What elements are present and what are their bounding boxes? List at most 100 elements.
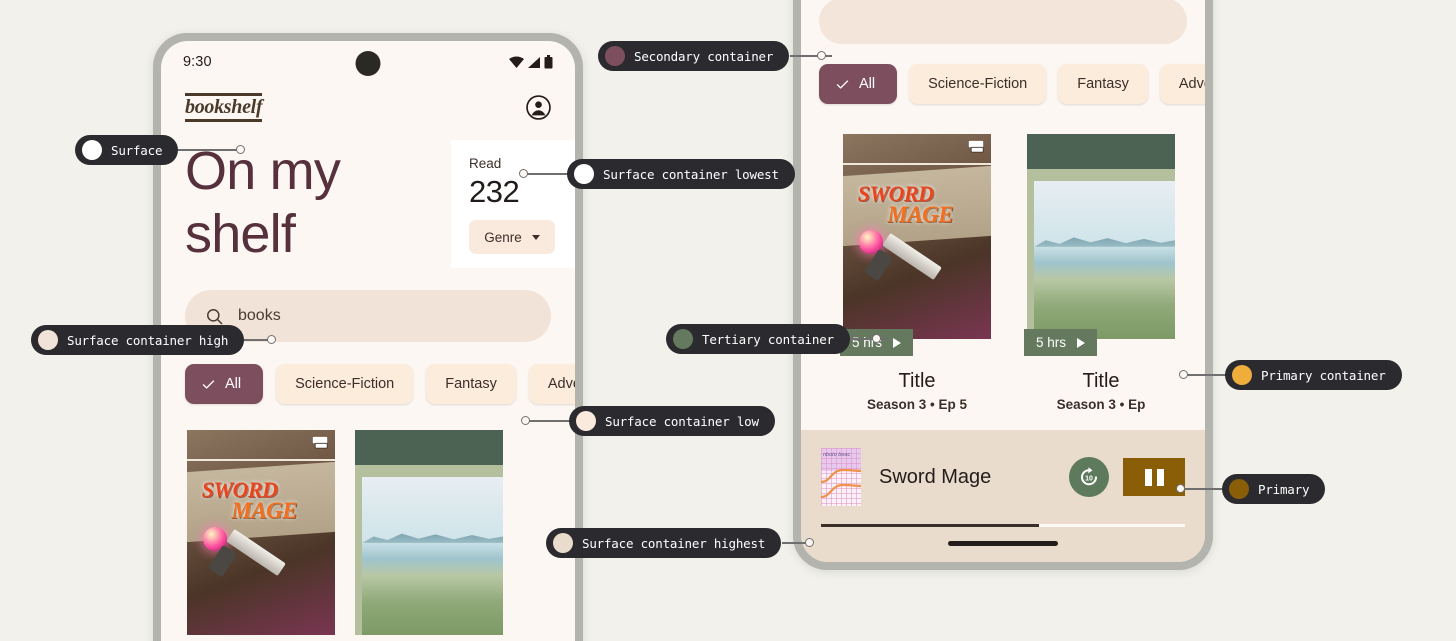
audiobook-title: Title [843,370,991,393]
audiobook-subtitle: Season 3 • Ep [1027,397,1175,412]
audiobook-title: Title [1027,370,1175,393]
leader-endpoint [1176,484,1185,493]
color-swatch [1232,365,1252,385]
annotation-primary-container: Primary container [1225,360,1402,390]
player-track-title: Sword Mage [879,466,991,489]
color-swatch [38,330,58,350]
player-thumbnail[interactable]: nboto beac [821,448,861,506]
audiobook-subtitle: Season 3 • Ep 5 [843,397,991,412]
battery-icon [544,55,553,69]
search-icon [205,307,224,326]
filter-chip-row-right: All Science-Fiction Fantasy Adventure [801,44,1205,104]
read-count: 232 [469,173,575,210]
filter-chip-label: Science-Fiction [928,76,1027,92]
phone-frame-right: All Science-Fiction Fantasy Adventure SW… [793,0,1213,570]
annotation-label: Primary [1258,482,1309,497]
duration-label: 5 hrs [1036,335,1066,350]
player-controls: 10 [1069,457,1185,497]
annotation-label: Surface container lowest [603,167,779,182]
leader-endpoint [1179,370,1188,379]
filter-chip-label: Science-Fiction [295,376,394,392]
cover-title-line2: MAGE [887,202,953,228]
audiobook-item[interactable]: SWORD MAGE 5 hrs Title Season 3 • Ep 5 [843,134,991,433]
color-swatch [673,329,693,349]
annotation-primary: Primary [1222,474,1325,504]
mini-player: nboto beac Sword Mage 10 [801,430,1205,562]
player-row: nboto beac Sword Mage 10 [821,448,1185,506]
svg-text:10: 10 [1085,476,1093,483]
replay-10-button[interactable]: 10 [1069,457,1109,497]
play-icon [893,338,901,348]
cover-photo [362,477,503,635]
color-swatch [605,46,625,66]
filter-chip-all[interactable]: All [185,364,263,404]
cover-title-line2: MAGE [231,498,297,524]
cover-top-band [1027,134,1175,169]
color-swatch [574,164,594,184]
leader-line [1183,374,1227,376]
replay-10-icon: 10 [1077,465,1101,489]
filter-chip-fantasy[interactable]: Fantasy [426,364,516,404]
read-stat-card: Read 232 Genre [451,140,575,268]
annotation-surface-container-highest: Surface container highest [546,528,781,558]
flip-icon[interactable] [312,436,328,449]
audiobook-grid: SWORD MAGE 5 hrs Title Season 3 • Ep 5 [801,104,1205,433]
genre-dropdown-label: Genre [484,230,522,245]
filter-chip-adventure-right[interactable]: Adventure [1160,64,1205,104]
duration-badge[interactable]: 5 hrs [1024,329,1097,356]
annotation-surface-container-lowest: Surface container lowest [567,159,795,189]
account-circle-icon[interactable] [526,95,551,120]
pause-icon [1157,469,1164,486]
status-icons [509,55,553,69]
leader-endpoint [805,538,814,547]
player-progress-bar[interactable] [821,524,1185,527]
annotation-label: Primary container [1261,368,1386,383]
leader-endpoint [521,416,530,425]
search-input-right[interactable] [819,0,1187,44]
camera-punch-hole [356,51,381,76]
pause-icon [1145,469,1152,486]
book-cover-sword-mage-right[interactable]: SWORD MAGE 5 hrs [843,134,991,339]
wifi-icon [509,56,524,69]
app-header: bookshelf [161,83,575,128]
annotation-surface: Surface [75,135,178,165]
annotation-label: Surface [111,143,162,158]
leader-endpoint [236,145,245,154]
phone-screen-right: All Science-Fiction Fantasy Adventure SW… [801,0,1205,562]
leader-endpoint [872,334,881,343]
book-cover-landscape[interactable] [355,430,503,635]
page-title: On my shelf [161,140,431,268]
book-grid: SWORD MAGE [161,404,575,635]
color-swatch [553,533,573,553]
status-bar: 9:30 [161,41,575,83]
leader-line [1180,488,1224,490]
flip-icon[interactable] [968,140,984,153]
annotation-label: Surface container high [67,333,228,348]
leader-endpoint [519,169,528,178]
color-swatch [576,411,596,431]
annotation-surface-container-high: Surface container high [31,325,244,355]
cover-rule [187,459,335,461]
filter-chip-adventure[interactable]: Adventure [529,364,575,404]
leader-line [846,338,888,340]
chevron-down-icon [532,235,540,240]
book-cover-sword-mage[interactable]: SWORD MAGE [187,430,335,635]
filter-chip-fantasy-right[interactable]: Fantasy [1058,64,1148,104]
filter-chip-all-right[interactable]: All [819,64,897,104]
filter-chip-label: Adventure [1179,76,1205,92]
player-progress-fill [821,524,1039,527]
annotation-surface-container-low: Surface container low [569,406,775,436]
annotation-label: Tertiary container [702,332,834,347]
cover-rule [843,163,991,165]
filter-chip-science-fiction-right[interactable]: Science-Fiction [909,64,1046,104]
cover-top-band [355,430,503,465]
check-icon [201,377,216,392]
leader-endpoint [817,51,826,60]
book-cover-landscape-right[interactable]: 5 hrs [1027,134,1175,339]
filter-chip-science-fiction[interactable]: Science-Fiction [276,364,413,404]
play-icon [1077,338,1085,348]
annotation-label: Secondary container [634,49,773,64]
genre-dropdown[interactable]: Genre [469,220,555,254]
filter-chip-label: All [859,76,875,92]
audiobook-item[interactable]: 5 hrs Title Season 3 • Ep [1027,134,1175,433]
